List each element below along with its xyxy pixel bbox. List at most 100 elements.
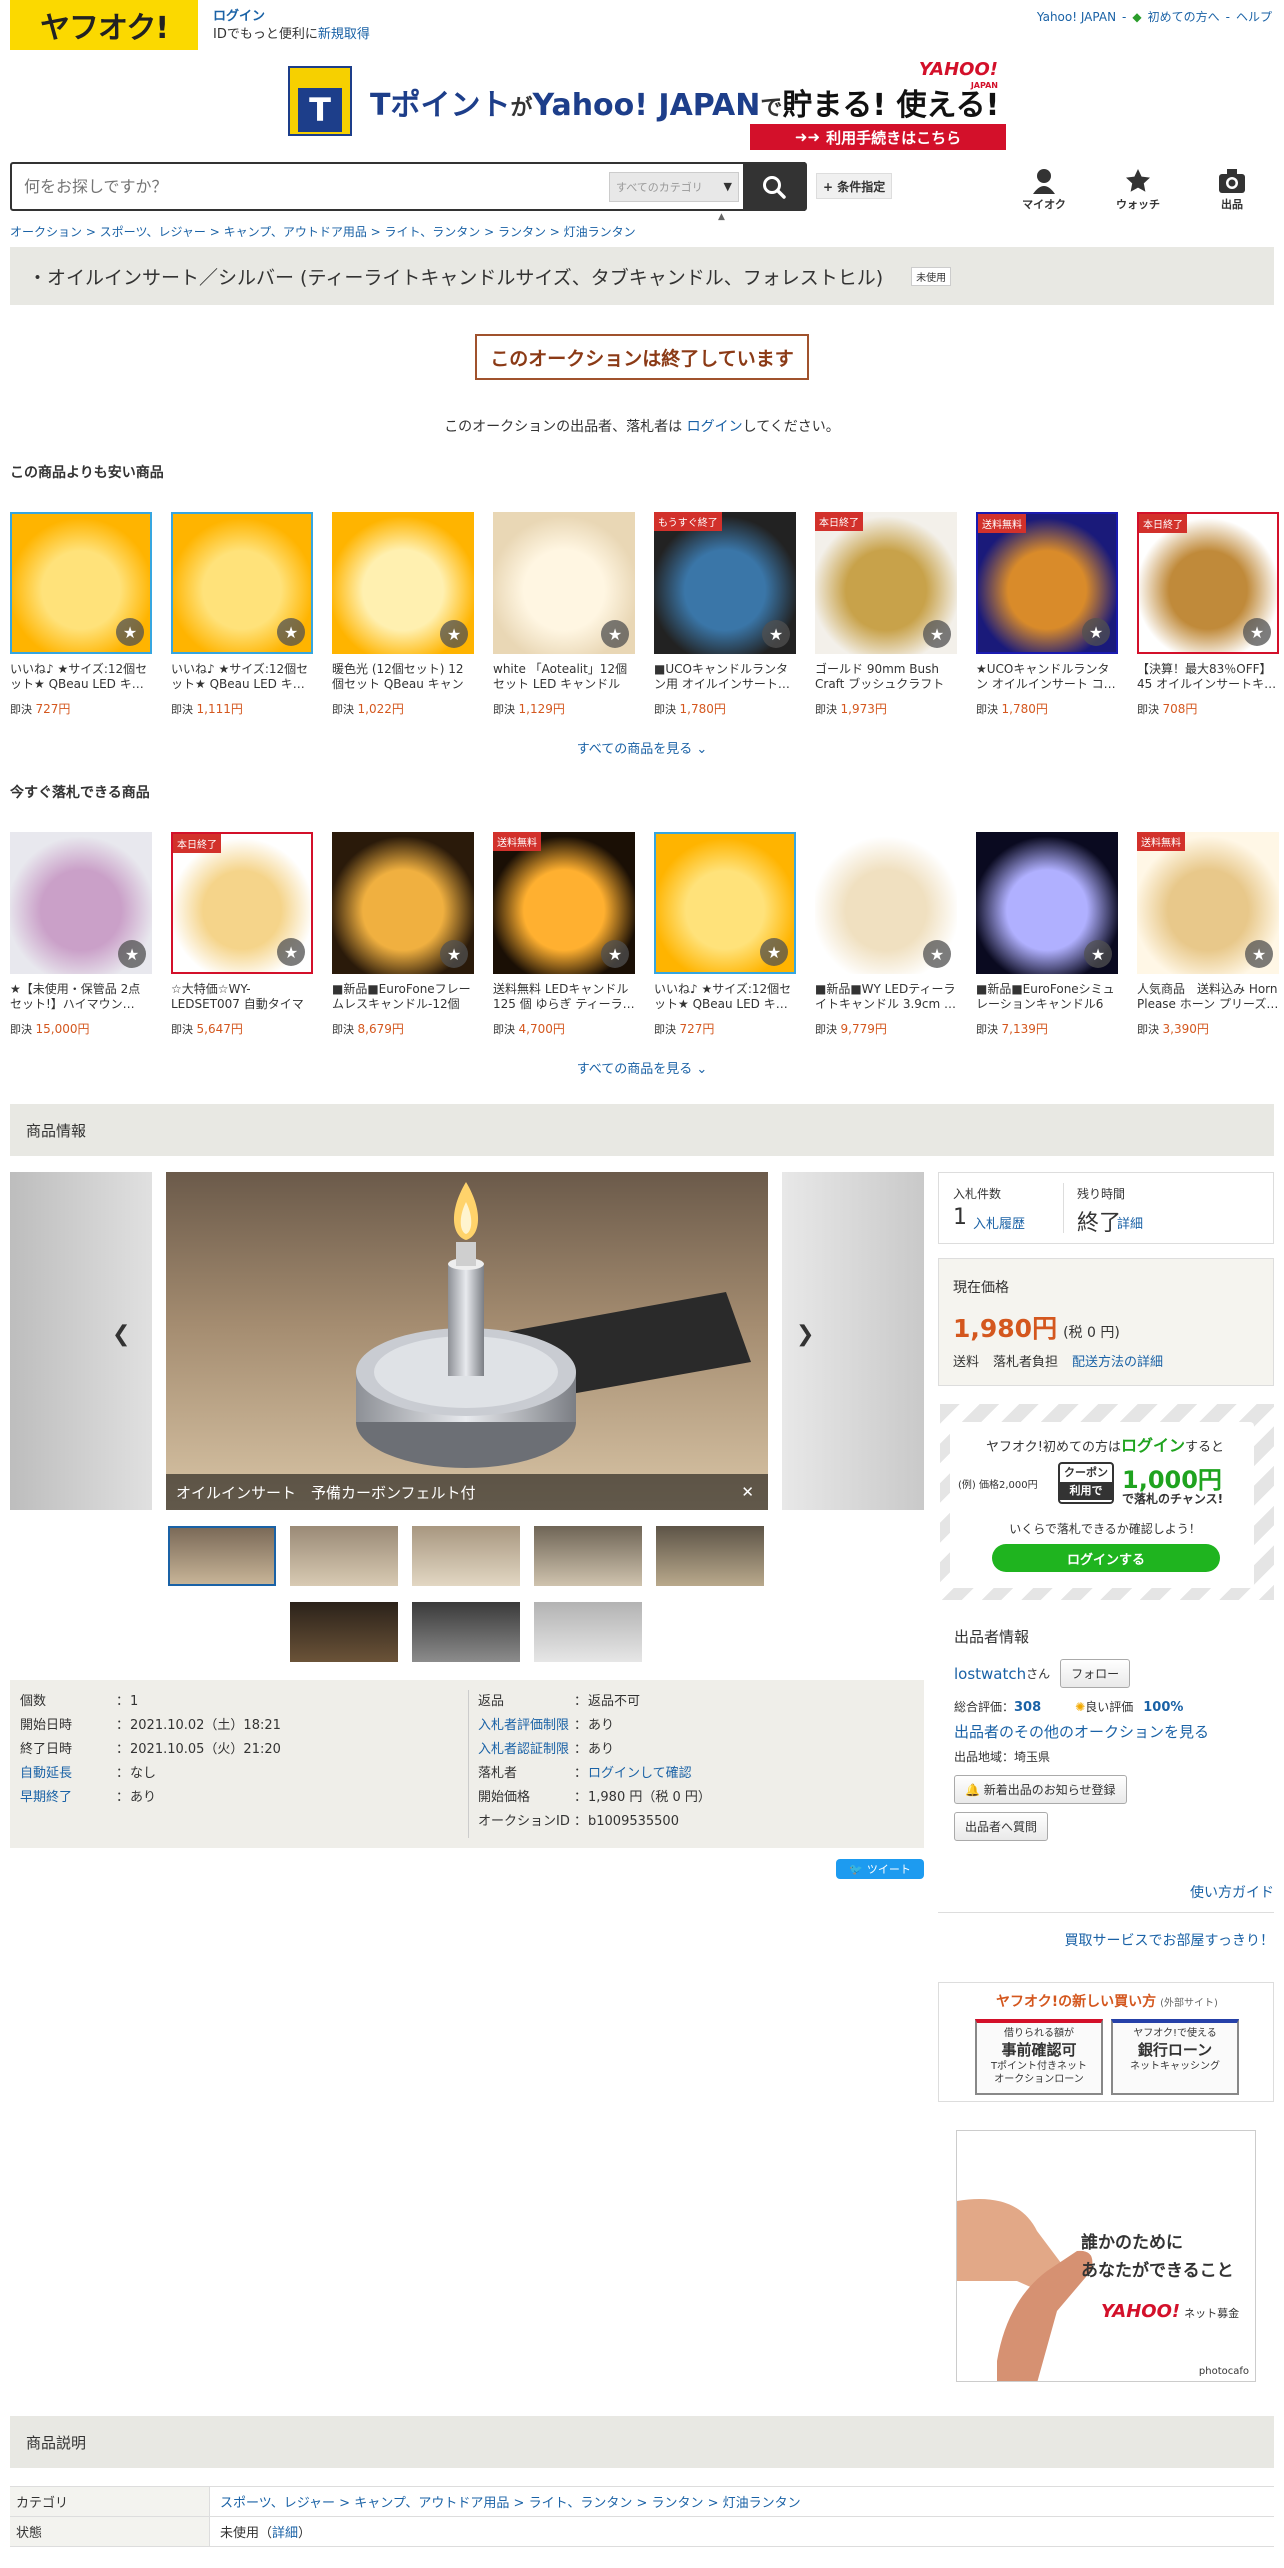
thumbnail[interactable] <box>412 1526 520 1586</box>
product-card[interactable]: 送料無料 ★ 送料無料 LEDキャンドル 125 個 ゆらぎ ティーラ… 即決 4,7… <box>493 832 635 1037</box>
product-name[interactable]: 暖色光 (12個セット) 12個セット QBeau キャンド… <box>332 662 474 692</box>
thumbnail[interactable] <box>412 1602 520 1662</box>
product-name[interactable]: ★UCOキャンドルランタン オイルインサート コ… <box>976 662 1118 692</box>
watch-star-icon[interactable]: ★ <box>923 620 951 648</box>
watch-star-icon[interactable]: ★ <box>440 940 468 968</box>
product-name[interactable]: ■新品■WY LEDティーライトキャンドル 3.9cm … <box>815 982 957 1012</box>
product-thumbnail[interactable]: ★ <box>10 512 152 654</box>
soon-see-all[interactable]: すべての商品を見る ⌄ <box>0 1058 1284 1077</box>
watch-star-icon[interactable]: ★ <box>118 940 146 968</box>
condition-detail-link[interactable]: 詳細 <box>272 2526 298 2541</box>
bid-history-link[interactable]: 入札履歴 <box>973 1213 1025 1232</box>
watch-star-icon[interactable]: ★ <box>1084 940 1112 968</box>
product-name[interactable]: ☆大特価☆WY-LEDSET007 自動タイマー (ウォ… <box>171 982 313 1012</box>
thumbnail[interactable] <box>534 1602 642 1662</box>
product-name[interactable]: ■新品■EuroFoneシミュレーションキャンドル6つ… <box>976 982 1118 1012</box>
watch-star-icon[interactable]: ★ <box>440 620 468 648</box>
product-thumbnail[interactable]: 送料無料 ★ <box>493 832 635 974</box>
product-thumbnail[interactable]: ★ <box>171 512 313 654</box>
tweet-button[interactable]: 🐦 ツイート <box>836 1859 924 1879</box>
cheaper-see-all[interactable]: すべての商品を見る ⌄ <box>0 738 1284 757</box>
product-name[interactable]: いいね♪ ★サイズ:12個セット★ QBeau LED キ… <box>654 982 796 1012</box>
product-name[interactable]: いいね♪ ★サイズ:12個セット★ QBeau LED キ… <box>10 662 152 692</box>
gallery-prev-image[interactable] <box>10 1172 152 1510</box>
seller-name-link[interactable]: lostwatch <box>954 1665 1026 1683</box>
guide-link[interactable]: 使い方ガイド <box>1190 1882 1274 1902</box>
promo-login-link[interactable]: ログイン <box>1121 1436 1185 1455</box>
product-card[interactable]: 本日終了 ★ ☆大特価☆WY-LEDSET007 自動タイマー (ウォ… 即決 5,6… <box>171 832 313 1037</box>
product-thumbnail[interactable]: ★ <box>332 512 474 654</box>
product-thumbnail[interactable]: ★ <box>976 832 1118 974</box>
ask-seller-button[interactable]: 出品者へ質問 <box>954 1812 1049 1841</box>
detail-key[interactable]: 入札者評価制限 <box>478 1714 574 1738</box>
yahuoku-logo[interactable]: ヤフオク! <box>10 0 198 50</box>
sell-nav[interactable]: 出品 <box>1202 168 1262 212</box>
product-name[interactable]: ★【未使用・保管品 2点セット!】ハイマウン… <box>10 982 152 1012</box>
product-card[interactable]: ★ ■新品■EuroFoneフレームレスキャンドル-12個の… 即決 8,679円 <box>332 832 474 1037</box>
product-card[interactable]: ★ ★【未使用・保管品 2点セット!】ハイマウン… 即決 15,000円 <box>10 832 152 1037</box>
product-card[interactable]: 送料無料 ★ 人気商品 送料込み Horn Please ホーン プリーズ… 即決 3… <box>1137 832 1279 1037</box>
product-thumbnail[interactable]: ★ <box>815 832 957 974</box>
login-link[interactable]: ログイン <box>213 8 370 26</box>
charity-banner[interactable]: 誰かのために あなたができること YAHOO! ネット募金 photocafo <box>956 2130 1256 2382</box>
help-link[interactable]: ヘルプ <box>1236 8 1272 25</box>
breadcrumb[interactable]: オークション > スポーツ、レジャー > キャンプ、アウトドア用品 > ライト、… <box>10 223 636 240</box>
category-select[interactable]: すべてのカテゴリ ▼ <box>609 171 739 202</box>
product-name[interactable]: white 「Aotealit」12個セット LED キャンドルラ… <box>493 662 635 692</box>
bank-loan-button[interactable]: ヤフオク!で使える 銀行ローン ネットキャッシング <box>1111 2019 1239 2095</box>
follow-button[interactable]: フォロー <box>1060 1659 1131 1688</box>
watch-star-icon[interactable]: ★ <box>277 938 305 966</box>
gallery-next-icon[interactable]: ❯ <box>796 1322 814 1347</box>
watch-star-icon[interactable]: ★ <box>1243 618 1271 646</box>
thumbnail[interactable] <box>534 1526 642 1586</box>
product-card[interactable]: もうすぐ終了 ★ ■UCOキャンドルランタン用 オイルインサート… 即決 1,780円 <box>654 512 796 717</box>
product-card[interactable]: ★ いいね♪ ★サイズ:12個セット★ QBeau LED キ… 即決 1,111円 <box>171 512 313 717</box>
product-card[interactable]: 本日終了 ★ 【決算！最大83％OFF】45 オイルインサートキ… 即決 708円 <box>1137 512 1279 717</box>
yahoo-japan-link[interactable]: Yahoo! JAPAN <box>1037 10 1116 24</box>
gallery-prev-icon[interactable]: ❮ <box>112 1322 130 1347</box>
seller-other-link[interactable]: 出品者のその他のオークションを見る <box>954 1721 1274 1742</box>
watch-star-icon[interactable]: ★ <box>760 938 788 966</box>
product-thumbnail[interactable]: 本日終了 ★ <box>171 832 313 974</box>
category-path-link[interactable]: スポーツ、レジャー > キャンプ、アウトドア用品 > ライト、ランタン > ラン… <box>210 2492 801 2511</box>
beginner-link[interactable]: 初めての方へ <box>1148 8 1220 25</box>
rating-good[interactable]: 100% <box>1143 1700 1183 1715</box>
product-thumbnail[interactable]: 送料無料 ★ <box>1137 832 1279 974</box>
banner-cta[interactable]: ➜➜ 利用手続きはこちら <box>750 124 1006 150</box>
product-card[interactable]: ★ いいね♪ ★サイズ:12個セット★ QBeau LED キ… 即決 727円 <box>654 832 796 1037</box>
watch-star-icon[interactable]: ★ <box>923 940 951 968</box>
product-name[interactable]: ■新品■EuroFoneフレームレスキャンドル-12個の… <box>332 982 474 1012</box>
condition-button[interactable]: + 条件指定 <box>816 173 893 199</box>
product-name[interactable]: いいね♪ ★サイズ:12個セット★ QBeau LED キ… <box>171 662 313 692</box>
login-link-inline[interactable]: ログイン <box>687 419 743 435</box>
register-link[interactable]: 新規取得 <box>318 27 370 42</box>
thumbnail[interactable] <box>290 1526 398 1586</box>
detail-key[interactable]: 早期終了 <box>20 1786 116 1810</box>
detail-key[interactable]: 入札者認証制限 <box>478 1738 574 1762</box>
product-thumbnail[interactable]: 本日終了 ★ <box>815 512 957 654</box>
notify-button[interactable]: 🔔 新着出品のお知らせ登録 <box>954 1775 1127 1804</box>
product-thumbnail[interactable]: ★ <box>654 832 796 974</box>
promo-login-button[interactable]: ログインする <box>992 1544 1220 1572</box>
thumbnail[interactable] <box>656 1526 764 1586</box>
loan-precheck-button[interactable]: 借りられる額が 事前確認可 Tポイント付きネット オークションローン <box>975 2019 1103 2095</box>
product-card[interactable]: ★ ■新品■WY LEDティーライトキャンドル 3.9cm … 即決 9,779円 <box>815 832 957 1037</box>
product-card[interactable]: ★ 暖色光 (12個セット) 12個セット QBeau キャンド… 即決 1,022… <box>332 512 474 717</box>
watch-star-icon[interactable]: ★ <box>601 940 629 968</box>
tpoint-banner[interactable]: T TポイントがYahoo! JAPANで貯まる! 使える! YAHOO! JAP… <box>286 60 1006 152</box>
product-card[interactable]: 本日終了 ★ ゴールド 90mm Bush Craft ブッシュクラフト オ… 即決 … <box>815 512 957 717</box>
search-button[interactable] <box>743 162 805 211</box>
product-thumbnail[interactable]: ★ <box>332 832 474 974</box>
product-thumbnail[interactable]: ★ <box>493 512 635 654</box>
gallery-main-image[interactable] <box>166 1172 768 1510</box>
product-name[interactable]: ■UCOキャンドルランタン用 オイルインサート… <box>654 662 796 692</box>
detail-value[interactable]: ログインして確認 <box>588 1762 692 1786</box>
search-expand-icon[interactable]: ▲ <box>718 212 725 222</box>
product-card[interactable]: ★ ■新品■EuroFoneシミュレーションキャンドル6つ… 即決 7,139円 <box>976 832 1118 1037</box>
product-name[interactable]: ゴールド 90mm Bush Craft ブッシュクラフト オ… <box>815 662 957 692</box>
product-thumbnail[interactable]: ★ <box>10 832 152 974</box>
product-thumbnail[interactable]: もうすぐ終了 ★ <box>654 512 796 654</box>
product-card[interactable]: ★ white 「Aotealit」12個セット LED キャンドルラ… 即決 1,… <box>493 512 635 717</box>
close-icon[interactable]: ✕ <box>741 1483 754 1501</box>
thumbnail[interactable] <box>168 1526 276 1586</box>
